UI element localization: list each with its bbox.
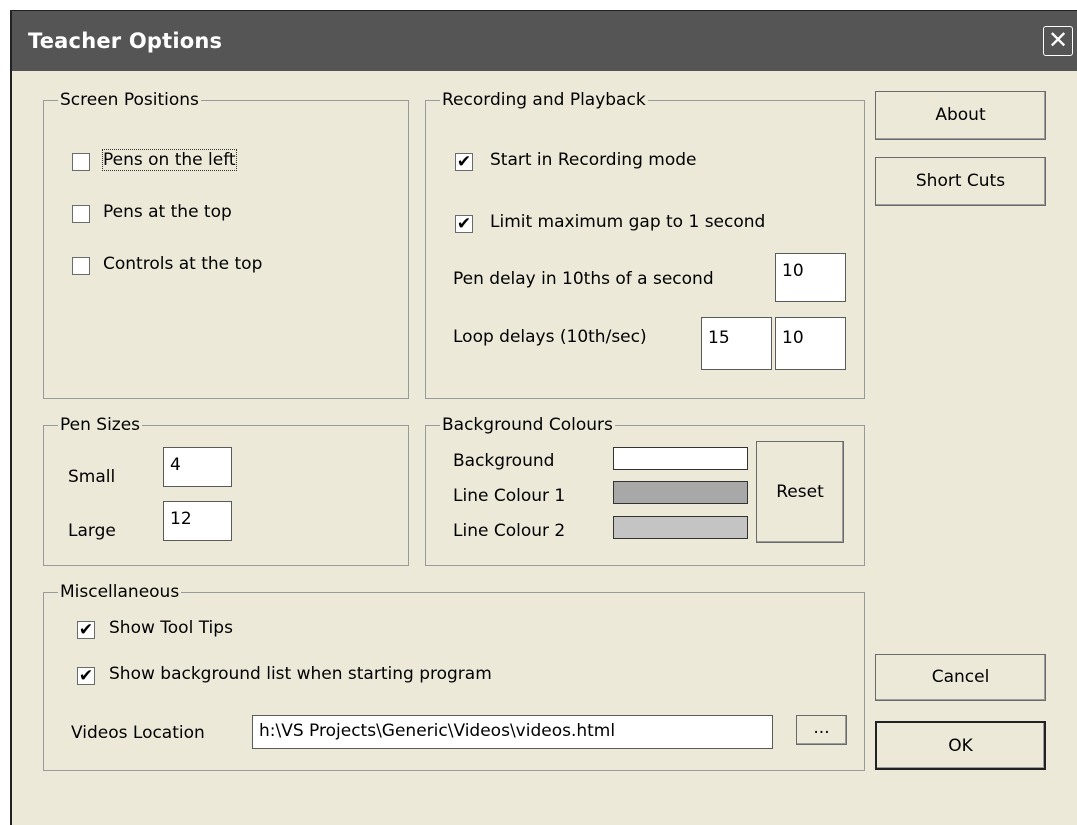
controls-at-top-label[interactable]: Controls at the top	[103, 254, 262, 274]
loop-delays-label: Loop delays (10th/sec)	[453, 327, 647, 347]
pens-at-top-label[interactable]: Pens at the top	[103, 202, 232, 222]
line-colour-2-swatch[interactable]	[613, 516, 748, 539]
videos-location-input[interactable]: h:\VS Projects\Generic\Videos\videos.htm…	[252, 715, 773, 749]
start-recording-label[interactable]: Start in Recording mode	[490, 150, 696, 170]
pen-sizes-legend: Pen Sizes	[60, 415, 141, 435]
background-colours-legend: Background Colours	[442, 415, 613, 435]
short-cuts-button[interactable]: Short Cuts	[875, 157, 1046, 206]
pen-delay-input[interactable]: 10	[775, 253, 846, 302]
line-colour-2-label: Line Colour 2	[453, 521, 566, 541]
cancel-button[interactable]: Cancel	[875, 654, 1046, 701]
videos-location-label: Videos Location	[71, 723, 205, 743]
show-tool-tips-label[interactable]: Show Tool Tips	[109, 618, 233, 638]
ok-button[interactable]: OK	[875, 721, 1046, 770]
check-mark-icon: ✔	[456, 152, 472, 172]
screen-positions-legend: Screen Positions	[60, 90, 199, 110]
browse-button[interactable]: ...	[796, 715, 847, 745]
teacher-options-dialog: Teacher Options ✕ Screen Positions Pens …	[10, 10, 1077, 825]
check-mark-icon: ✔	[78, 666, 94, 686]
small-size-label: Small	[68, 467, 116, 487]
pen-sizes-group: Pen Sizes	[43, 416, 409, 566]
pens-at-top-checkbox[interactable]	[72, 205, 90, 223]
large-size-label: Large	[68, 521, 116, 541]
background-colour-swatch[interactable]	[613, 447, 748, 470]
screen-positions-group: Screen Positions	[43, 91, 409, 399]
background-label: Background	[453, 451, 555, 471]
reset-colours-button[interactable]: Reset	[756, 441, 844, 543]
pens-on-left-checkbox[interactable]	[72, 153, 90, 171]
loop-delay-1-input[interactable]: 15	[701, 317, 772, 370]
pens-on-left-label[interactable]: Pens on the left	[102, 149, 237, 171]
recording-playback-legend: Recording and Playback	[442, 90, 646, 110]
show-background-list-checkbox[interactable]: ✔	[77, 667, 95, 685]
line-colour-1-swatch[interactable]	[613, 481, 748, 504]
controls-at-top-checkbox[interactable]	[72, 257, 90, 275]
large-size-input[interactable]: 12	[163, 501, 232, 541]
window-title: Teacher Options	[28, 29, 223, 53]
close-button[interactable]: ✕	[1043, 26, 1073, 56]
limit-gap-label[interactable]: Limit maximum gap to 1 second	[490, 212, 765, 232]
miscellaneous-legend: Miscellaneous	[60, 582, 180, 602]
start-recording-checkbox[interactable]: ✔	[455, 153, 473, 171]
title-bar[interactable]: Teacher Options ✕	[12, 11, 1077, 71]
show-background-list-label[interactable]: Show background list when starting progr…	[109, 664, 492, 684]
check-mark-icon: ✔	[456, 214, 472, 234]
loop-delay-2-input[interactable]: 10	[775, 317, 846, 370]
small-size-input[interactable]: 4	[163, 447, 232, 487]
about-button[interactable]: About	[875, 91, 1046, 140]
pen-delay-label: Pen delay in 10ths of a second	[453, 269, 714, 289]
close-icon: ✕	[1047, 26, 1069, 54]
check-mark-icon: ✔	[78, 620, 94, 640]
line-colour-1-label: Line Colour 1	[453, 486, 566, 506]
limit-gap-checkbox[interactable]: ✔	[455, 215, 473, 233]
show-tool-tips-checkbox[interactable]: ✔	[77, 621, 95, 639]
